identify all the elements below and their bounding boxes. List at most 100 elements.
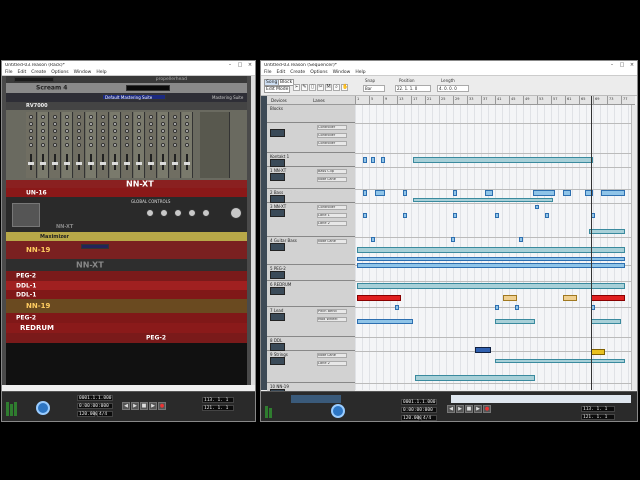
note-clip[interactable] <box>363 213 367 218</box>
note-clip[interactable] <box>357 319 413 324</box>
track-header[interactable]: Blocks <box>267 105 355 123</box>
note-clip[interactable] <box>495 305 499 310</box>
magnify-tool-icon[interactable]: ⌕ <box>333 84 340 91</box>
note-clip[interactable] <box>563 295 577 301</box>
eq-knob[interactable] <box>53 115 57 119</box>
note-clip[interactable] <box>495 319 535 324</box>
close-icon[interactable]: × <box>627 62 637 68</box>
note-clip[interactable] <box>381 157 385 163</box>
device-un16[interactable]: UN-16 <box>6 188 247 197</box>
eq-knob[interactable] <box>125 129 129 133</box>
eq-knob[interactable] <box>137 136 141 140</box>
signature-display[interactable]: 4/4 <box>421 415 437 421</box>
channel-fader[interactable] <box>76 162 82 165</box>
length-field[interactable]: 4. 0. 0. 0 <box>437 85 469 92</box>
position-field[interactable]: 22. 1. 1. 0 <box>395 85 431 92</box>
lane-label[interactable]: Controller <box>317 125 347 130</box>
eq-knob[interactable] <box>125 122 129 126</box>
lane-label[interactable]: Note Lane <box>317 353 347 358</box>
eq-knob[interactable] <box>77 129 81 133</box>
volume-knob[interactable] <box>230 207 242 219</box>
eq-knob[interactable] <box>89 129 93 133</box>
eq-knob[interactable] <box>149 129 153 133</box>
block-mode-button[interactable]: Block <box>278 79 295 86</box>
patch-display[interactable] <box>81 244 109 249</box>
track-header[interactable]: 2 Bass <box>267 189 355 203</box>
note-clip[interactable] <box>535 205 539 209</box>
mute-tool-icon[interactable]: M <box>325 84 332 91</box>
eq-knob[interactable] <box>41 115 45 119</box>
eq-knob[interactable] <box>149 115 153 119</box>
eq-knob[interactable] <box>113 122 117 126</box>
eq-knob[interactable] <box>65 136 69 140</box>
eq-knob[interactable] <box>89 115 93 119</box>
device-maximizer[interactable]: Maximizer <box>6 232 247 241</box>
forward-button[interactable]: ▶ <box>456 405 464 413</box>
eq-knob[interactable] <box>53 129 57 133</box>
note-clip[interactable] <box>371 157 375 163</box>
master-level-dial[interactable] <box>331 404 345 418</box>
device-peg2-3[interactable]: PEG-2 <box>6 333 247 343</box>
lane-label[interactable]: Lane 1 <box>317 213 347 218</box>
pointer-tool-icon[interactable]: ➢ <box>293 84 300 91</box>
channel-fader[interactable] <box>52 162 58 165</box>
track-header[interactable]: 8 DDL <box>267 337 355 351</box>
eq-knob[interactable] <box>125 143 129 147</box>
eq-knob[interactable] <box>41 136 45 140</box>
loop-left-display[interactable]: 113. 1. 1 <box>581 406 615 412</box>
lane-label[interactable]: Pitch Bend <box>317 309 347 314</box>
eq-knob[interactable] <box>53 136 57 140</box>
note-clip[interactable] <box>485 190 493 196</box>
timeline-ruler[interactable]: 1 5 9 13 17 21 25 29 33 37 41 45 49 53 57 61 65 69 73 77 <box>355 96 635 105</box>
eq-knob[interactable] <box>173 136 177 140</box>
maximize-icon[interactable]: □ <box>235 62 245 68</box>
razor-tool-icon[interactable]: ✂ <box>317 84 324 91</box>
loop-right-display[interactable]: 121. 1. 1 <box>202 405 234 411</box>
note-clip[interactable] <box>495 213 499 218</box>
note-clip[interactable] <box>357 257 625 261</box>
position-display[interactable]: 0001.1.1.000 <box>77 395 113 401</box>
device-ddl1-1[interactable]: DDL-1 <box>6 281 247 290</box>
eq-knob[interactable] <box>161 115 165 119</box>
menu-options[interactable]: Options <box>310 70 327 75</box>
note-clip[interactable] <box>413 157 593 163</box>
channel-fader[interactable] <box>136 162 142 165</box>
hand-tool-icon[interactable]: ✋ <box>341 84 348 91</box>
eq-knob[interactable] <box>65 115 69 119</box>
track-header[interactable]: 7 Lead Pitch Bend Mod Wheel <box>267 307 355 337</box>
channel-fader[interactable] <box>160 162 166 165</box>
eq-knob[interactable] <box>149 143 153 147</box>
eq-knob[interactable] <box>113 115 117 119</box>
eq-knob[interactable] <box>173 143 177 147</box>
note-clip[interactable] <box>475 347 491 353</box>
hardware-interface[interactable]: propellerhead <box>6 76 247 83</box>
note-clip[interactable] <box>357 283 625 289</box>
menu-create[interactable]: Create <box>31 70 46 75</box>
maximize-icon[interactable]: □ <box>617 62 627 68</box>
menu-options[interactable]: Options <box>51 70 68 75</box>
song-position-marker[interactable] <box>591 96 592 390</box>
channel-fader[interactable] <box>184 162 190 165</box>
note-clip[interactable] <box>453 213 457 218</box>
device-peg2-2[interactable]: PEG-2 <box>6 313 247 323</box>
eq-knob[interactable] <box>149 122 153 126</box>
note-clip[interactable] <box>601 190 625 196</box>
eq-knob[interactable] <box>185 136 189 140</box>
eq-knob[interactable] <box>149 136 153 140</box>
eq-knob[interactable] <box>173 122 177 126</box>
eq-knob[interactable] <box>29 122 33 126</box>
eq-knob[interactable] <box>137 129 141 133</box>
lane-label[interactable]: Mod Wheel <box>317 317 347 322</box>
note-clip[interactable] <box>533 190 555 196</box>
position-display[interactable]: 0001.1.1.000 <box>401 399 437 405</box>
device-peg2-1[interactable]: PEG-2 <box>6 271 247 281</box>
channel-fader[interactable] <box>112 162 118 165</box>
device-mastering-combinator[interactable]: Default Mastering Suite Mastering Suite <box>6 93 247 102</box>
track-header[interactable]: 3 NN-XT Controller Lane 1 Lane 2 <box>267 203 355 237</box>
eq-knob[interactable] <box>53 143 57 147</box>
tempo-display[interactable]: 120.000 <box>77 411 98 417</box>
note-clip[interactable] <box>519 237 523 242</box>
eq-knob[interactable] <box>77 143 81 147</box>
eq-knob[interactable] <box>65 143 69 147</box>
eq-knob[interactable] <box>125 136 129 140</box>
